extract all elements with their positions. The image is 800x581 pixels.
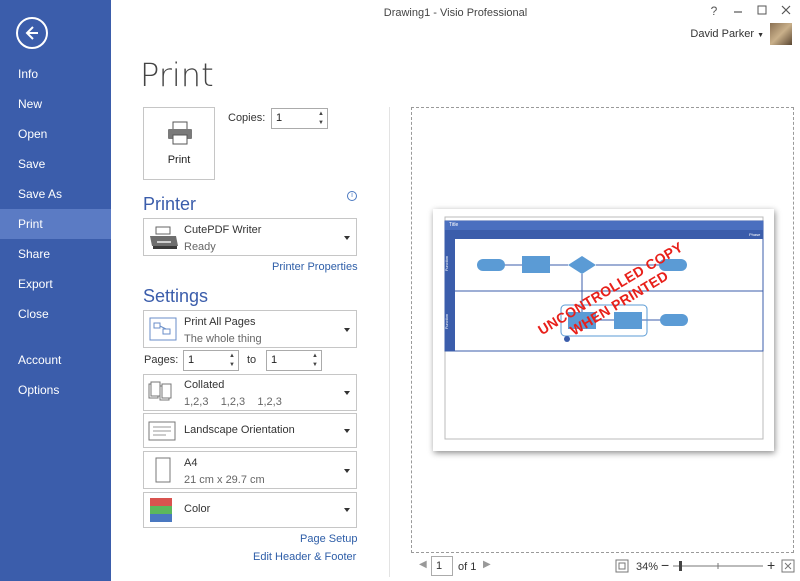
fit-to-window-icon[interactable] xyxy=(781,559,795,573)
info-icon[interactable]: i xyxy=(347,191,357,201)
printer-icon xyxy=(168,121,192,145)
back-arrow-icon xyxy=(25,26,38,40)
pages-from-stepper[interactable]: 1 ▲ ▼ xyxy=(183,350,239,371)
landscape-orientation-icon xyxy=(148,421,176,441)
print-button-label: Print xyxy=(167,154,191,166)
zoom-in-icon[interactable]: + xyxy=(767,557,775,573)
fit-page-icon[interactable] xyxy=(615,559,629,573)
pages-label: Pages: xyxy=(144,354,179,366)
pages-to-value: 1 xyxy=(271,354,278,366)
title-bar: Drawing1 - Visio Professional ? xyxy=(111,0,800,26)
previous-page-icon[interactable]: ◀ xyxy=(419,559,427,570)
page-title: Print xyxy=(140,56,214,94)
printer-name: CutePDF Writer xyxy=(184,224,262,236)
color-title: Color xyxy=(184,503,211,515)
diagram-title: Title xyxy=(449,222,459,228)
paper-size-icon xyxy=(155,457,171,483)
printer-properties-link[interactable]: Printer Properties xyxy=(272,261,358,273)
sidebar-item-save[interactable]: Save xyxy=(0,149,111,179)
page-number-input[interactable]: 1 xyxy=(431,556,453,576)
pages-to-label: to xyxy=(247,354,257,366)
settings-heading: Settings xyxy=(143,286,209,306)
pages-from-value: 1 xyxy=(188,354,195,366)
sidebar-item-print[interactable]: Print xyxy=(0,209,111,239)
maximize-icon xyxy=(757,5,767,15)
paper-size-dropdown[interactable]: A4 21 cm x 29.7 cm xyxy=(143,451,357,489)
zoom-level: 34% xyxy=(636,561,659,573)
avatar[interactable] xyxy=(770,23,792,45)
preview-navigation-bar: ◀ 1 of 1 ▶ 34% − + xyxy=(411,556,800,578)
user-account[interactable]: David Parker ▼ xyxy=(690,28,764,40)
page-count: of 1 xyxy=(458,561,477,573)
collation-dropdown[interactable]: Collated 1,2,3 1,2,3 1,2,3 xyxy=(143,374,357,411)
sidebar-item-new[interactable]: New xyxy=(0,89,111,119)
zoom-slider[interactable] xyxy=(673,561,763,571)
close-window-button[interactable] xyxy=(776,4,796,18)
page-setup-link[interactable]: Page Setup xyxy=(300,533,358,545)
chevron-down-icon xyxy=(344,328,350,332)
back-button[interactable] xyxy=(16,17,48,49)
color-dropdown[interactable]: Color xyxy=(143,492,357,528)
edit-header-footer-link[interactable]: Edit Header & Footer xyxy=(253,551,356,563)
stepper-arrows-icon[interactable]: ▲ ▼ xyxy=(229,352,235,370)
collation-title: Collated xyxy=(184,379,225,391)
lane-1-label: Function xyxy=(444,255,450,272)
printer-dropdown[interactable]: CutePDF Writer Ready xyxy=(143,218,357,256)
sidebar-item-export[interactable]: Export xyxy=(0,269,111,299)
preview-page: Title Phase Function Function UNCONTROLL… xyxy=(433,209,774,451)
sidebar-item-account[interactable]: Account xyxy=(0,345,111,375)
copies-stepper[interactable]: 1 ▲ ▼ xyxy=(271,108,328,129)
diagram-preview xyxy=(444,216,764,440)
sidebar-item-share[interactable]: Share xyxy=(0,239,111,269)
close-icon xyxy=(781,5,791,15)
sidebar-item-info[interactable]: Info xyxy=(0,59,111,89)
backstage-sidebar: Info New Open Save Save As Print Share E… xyxy=(0,0,111,581)
print-range-dropdown[interactable]: Print All Pages The whole thing xyxy=(143,310,357,348)
minimize-icon xyxy=(734,11,742,13)
zoom-out-icon[interactable]: − xyxy=(661,557,669,573)
print-all-pages-icon xyxy=(149,317,177,341)
panel-divider xyxy=(389,107,390,577)
pages-to-stepper[interactable]: 1 ▲ ▼ xyxy=(266,350,322,371)
next-page-icon[interactable]: ▶ xyxy=(483,559,491,570)
sidebar-item-open[interactable]: Open xyxy=(0,119,111,149)
printer-device-icon xyxy=(150,226,178,249)
sidebar-item-options[interactable]: Options xyxy=(0,375,111,405)
sidebar-item-save-as[interactable]: Save As xyxy=(0,179,111,209)
chevron-down-icon xyxy=(344,429,350,433)
orientation-dropdown[interactable]: Landscape Orientation xyxy=(143,413,357,448)
stepper-arrows-icon[interactable]: ▲ ▼ xyxy=(318,110,324,128)
chevron-down-icon xyxy=(344,508,350,512)
paper-size-subtitle: 21 cm x 29.7 cm xyxy=(184,474,265,486)
color-icon xyxy=(150,498,172,522)
minimize-button[interactable] xyxy=(728,4,748,18)
chevron-down-icon xyxy=(344,236,350,240)
printer-heading: Printer xyxy=(143,194,197,214)
print-range-title: Print All Pages xyxy=(184,316,256,328)
lane-2-label: Function xyxy=(444,313,450,330)
print-range-subtitle: The whole thing xyxy=(184,333,262,345)
stepper-arrows-icon[interactable]: ▲ ▼ xyxy=(312,352,318,370)
user-name: David Parker xyxy=(690,28,754,40)
maximize-button[interactable] xyxy=(752,4,772,18)
diagram-phase: Phase xyxy=(749,232,761,237)
copies-label: Copies: xyxy=(228,112,266,124)
chevron-down-icon xyxy=(344,469,350,473)
printer-status: Ready xyxy=(184,241,216,253)
print-button[interactable]: Print xyxy=(143,107,215,180)
collated-icon xyxy=(148,381,172,401)
collation-subtitle: 1,2,3 1,2,3 1,2,3 xyxy=(184,396,282,408)
window-title: Drawing1 - Visio Professional xyxy=(383,7,528,19)
orientation-title: Landscape Orientation xyxy=(184,424,295,436)
copies-value: 1 xyxy=(276,112,283,124)
sidebar-item-close[interactable]: Close xyxy=(0,299,111,329)
chevron-down-icon: ▼ xyxy=(757,32,764,39)
help-button[interactable]: ? xyxy=(704,4,724,18)
paper-size-title: A4 xyxy=(184,457,198,469)
chevron-down-icon xyxy=(344,391,350,395)
